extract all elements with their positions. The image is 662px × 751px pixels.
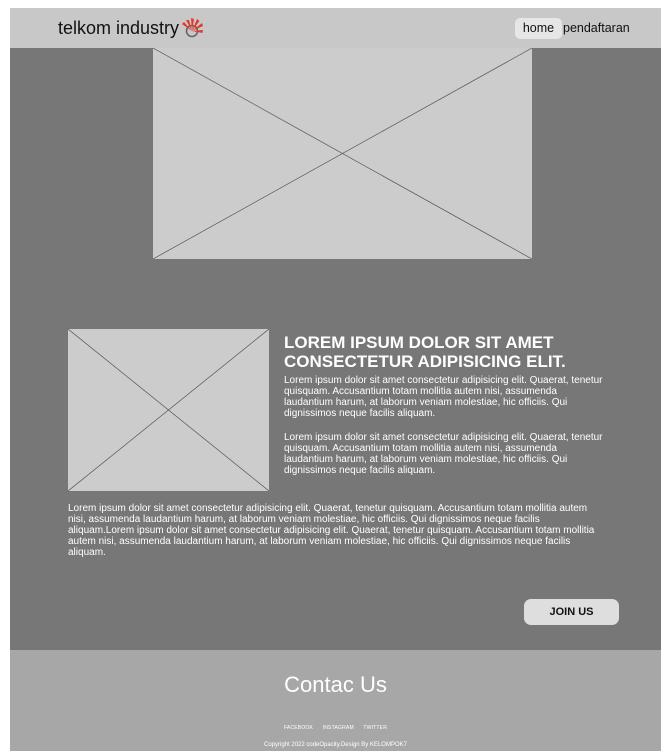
content-paragraph-2: Lorem ipsum dolor sit amet consectetur a… bbox=[284, 432, 603, 476]
nav-link-home[interactable]: home bbox=[515, 18, 562, 39]
hero-image-placeholder bbox=[153, 48, 532, 259]
copyright-text: Copyright 2022 codeOpacity.Design By KEL… bbox=[264, 742, 407, 748]
content-heading: LOREM IPSUM DOLOR SIT AMET CONSECTETUR A… bbox=[284, 333, 566, 371]
join-us-button[interactable]: JOIN US bbox=[524, 599, 619, 625]
brand-name[interactable]: telkom industry bbox=[58, 18, 179, 39]
content-paragraph-3: Lorem ipsum dolor sit amet consectetur a… bbox=[68, 503, 595, 558]
page-frame: telkom industry home pendaftaran LOREM I… bbox=[10, 8, 661, 751]
content-paragraph-1: Lorem ipsum dolor sit amet consectetur a… bbox=[284, 375, 603, 419]
footer: Contac Us FACEBOOK INSTAGRAM TWITTER Cop… bbox=[10, 650, 661, 751]
twitter-link[interactable]: TWITTER bbox=[363, 725, 387, 731]
navbar: telkom industry home pendaftaran bbox=[10, 8, 661, 48]
telkom-logo-icon bbox=[182, 18, 203, 38]
content-image-placeholder bbox=[68, 329, 269, 491]
contact-heading: Contac Us bbox=[284, 672, 387, 697]
nav-link-pendaftaran[interactable]: pendaftaran bbox=[563, 18, 630, 39]
social-links: FACEBOOK INSTAGRAM TWITTER bbox=[10, 725, 661, 731]
facebook-link[interactable]: FACEBOOK bbox=[284, 725, 313, 731]
instagram-link[interactable]: INSTAGRAM bbox=[323, 725, 354, 731]
